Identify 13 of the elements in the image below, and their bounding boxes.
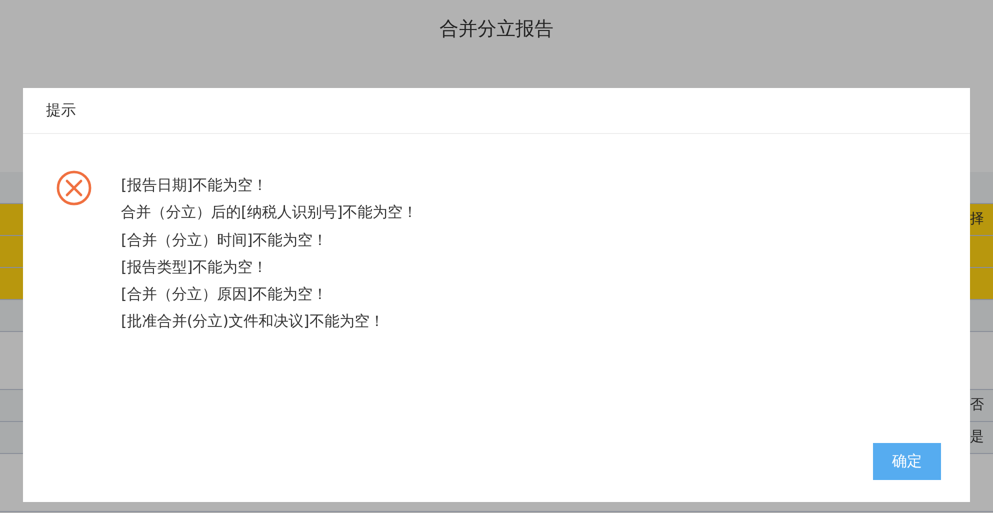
error-message: [合并（分立）原因]不能为空！ <box>121 284 329 306</box>
table-cell-text: 择 <box>970 210 985 229</box>
error-message: [报告类型]不能为空！ <box>121 256 269 278</box>
table-cell-text: 是 <box>970 428 985 447</box>
error-message: [报告日期]不能为空！ <box>121 175 269 196</box>
page-title: 合并分立报告 <box>440 16 554 42</box>
dialog-title: 提示 <box>46 100 76 122</box>
table-cell-text: 否 <box>970 396 985 415</box>
error-message: 合并（分立）后的[纳税人识别号]不能为空！ <box>121 202 418 224</box>
confirm-button[interactable]: 确定 <box>873 443 941 480</box>
error-message: [合并（分立）时间]不能为空！ <box>121 230 329 251</box>
error-icon <box>56 170 92 206</box>
error-message: [批准合并(分立)文件和决议]不能为空！ <box>121 311 386 332</box>
